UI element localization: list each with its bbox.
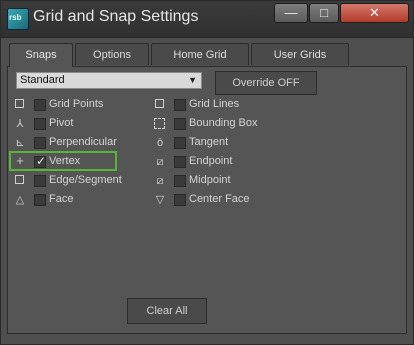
app-icon-text: rsb xyxy=(9,13,22,22)
snap-row-face: △ Face xyxy=(13,192,153,208)
midpoint-label: Midpoint xyxy=(189,174,231,186)
tab-options[interactable]: Options xyxy=(75,43,149,65)
vertex-highlight-outline xyxy=(9,151,117,171)
minimize-icon: — xyxy=(284,5,298,20)
face-label: Face xyxy=(49,193,74,205)
edge-segment-square-icon xyxy=(15,175,24,184)
tab-snaps[interactable]: Snaps xyxy=(9,43,73,67)
perpendicular-label: Perpendicular xyxy=(49,136,117,148)
endpoint-checkbox[interactable] xyxy=(174,156,186,168)
bounding-box-checkbox[interactable] xyxy=(174,118,186,130)
edge-segment-checkbox[interactable] xyxy=(34,175,46,187)
close-button[interactable]: ✕ xyxy=(340,3,409,23)
window-title: Grid and Snap Settings xyxy=(33,8,199,25)
tab-user-grids[interactable]: User Grids xyxy=(251,43,349,65)
snap-row-perpendicular: ⊾ Perpendicular xyxy=(13,135,153,151)
bounding-box-label: Bounding Box xyxy=(189,117,258,129)
title-bar[interactable]: rsb Grid and Snap Settings — □ ✕ xyxy=(1,1,413,38)
perpendicular-icon: ⊾ xyxy=(15,137,25,149)
snap-row-edge-segment: Edge/Segment xyxy=(13,173,153,189)
midpoint-icon: ⧄ xyxy=(156,175,164,187)
grid-lines-square-icon xyxy=(155,99,164,108)
tangent-label: Tangent xyxy=(189,136,229,148)
center-face-checkbox[interactable] xyxy=(174,194,186,206)
edge-segment-label: Edge/Segment xyxy=(49,174,122,186)
snap-preset-dropdown[interactable]: Standard ▼ xyxy=(16,72,202,89)
pivot-checkbox[interactable] xyxy=(34,118,46,130)
grid-points-label: Grid Points xyxy=(49,98,104,110)
pivot-label: Pivot xyxy=(49,117,74,129)
clear-all-button[interactable]: Clear All xyxy=(127,298,207,324)
dashed-box-icon xyxy=(154,118,165,129)
down-triangle-icon: ▽ xyxy=(155,194,165,206)
maximize-icon: □ xyxy=(320,5,328,20)
maximize-button[interactable]: □ xyxy=(309,3,339,23)
endpoint-icon: ⧄ xyxy=(156,156,164,168)
face-checkbox[interactable] xyxy=(34,194,46,206)
snap-preset-value: Standard xyxy=(20,74,65,86)
perpendicular-checkbox[interactable] xyxy=(34,137,46,149)
endpoint-label: Endpoint xyxy=(189,155,233,167)
snap-row-grid-points: Grid Points xyxy=(13,97,153,113)
chevron-down-icon: ▼ xyxy=(188,75,197,85)
triangle-icon: △ xyxy=(15,194,25,206)
grid-points-square-icon xyxy=(15,99,24,108)
snap-row-grid-lines: Grid Lines xyxy=(153,97,293,113)
snap-row-midpoint: ⧄ Midpoint xyxy=(153,173,293,189)
pivot-icon: ⅄ xyxy=(16,118,24,130)
tab-home-grid[interactable]: Home Grid xyxy=(151,43,249,65)
snap-row-center-face: ▽ Center Face xyxy=(153,192,293,208)
grid-lines-checkbox[interactable] xyxy=(174,99,186,111)
grid-points-checkbox[interactable] xyxy=(34,99,46,111)
midpoint-checkbox[interactable] xyxy=(174,175,186,187)
tangent-icon: ō xyxy=(156,137,164,149)
minimize-button[interactable]: — xyxy=(274,3,308,23)
app-icon: rsb xyxy=(7,8,29,30)
grid-snap-settings-window: rsb Grid and Snap Settings — □ ✕ Snaps O… xyxy=(0,0,414,345)
close-icon: ✕ xyxy=(369,5,380,20)
override-button[interactable]: Override OFF xyxy=(215,71,317,95)
snap-row-bounding-box: Bounding Box xyxy=(153,116,293,132)
tangent-checkbox[interactable] xyxy=(174,137,186,149)
snap-row-tangent: ō Tangent xyxy=(153,135,293,151)
snap-row-pivot: ⅄ Pivot xyxy=(13,116,153,132)
snap-row-endpoint: ⧄ Endpoint xyxy=(153,154,293,170)
grid-lines-label: Grid Lines xyxy=(189,98,240,110)
center-face-label: Center Face xyxy=(189,193,250,205)
